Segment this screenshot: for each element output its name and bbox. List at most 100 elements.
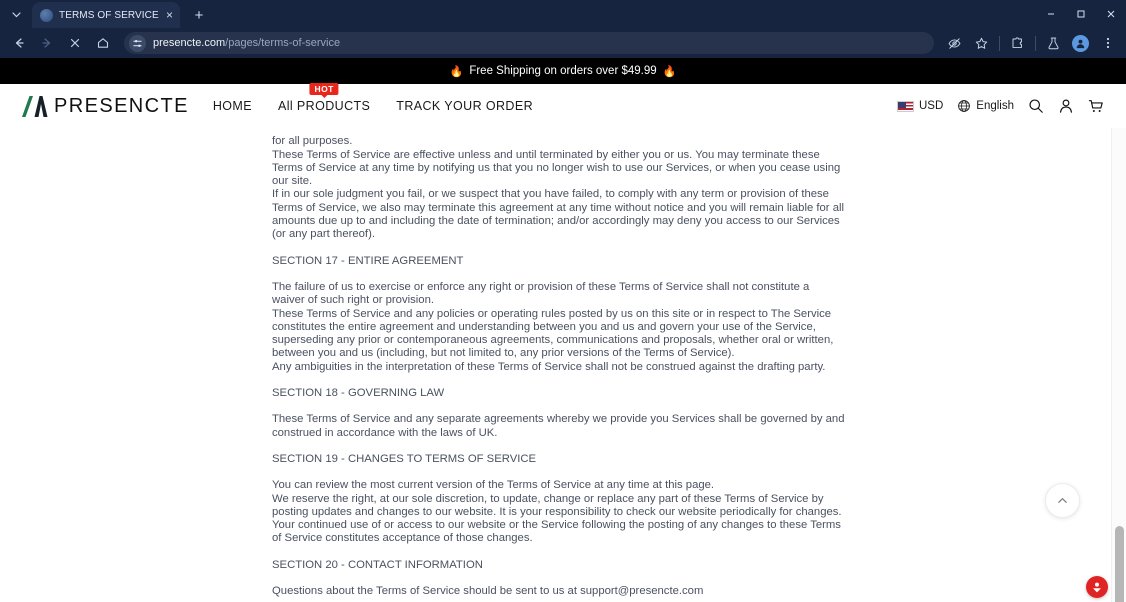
maximize-button[interactable] [1066, 0, 1096, 28]
page-viewport: 🔥 Free Shipping on orders over $49.99 🔥 … [0, 58, 1126, 602]
url-host: presencte.com [153, 37, 226, 49]
minimize-button[interactable] [1036, 0, 1066, 28]
address-bar[interactable]: presencte.com/pages/terms-of-service [124, 32, 934, 54]
language-selector[interactable]: English [957, 99, 1014, 113]
announcement-text: Free Shipping on orders over $49.99 [469, 65, 657, 77]
browser-menu-button[interactable] [1095, 31, 1120, 55]
person-icon [1060, 99, 1072, 113]
terms-of-service-document: for all purposes. These Terms of Service… [272, 128, 845, 598]
section-heading: SECTION 20 - CONTACT INFORMATION [272, 558, 483, 571]
eye-off-icon [948, 37, 961, 49]
currency-label: USD [919, 100, 944, 112]
browser-toolbar: presencte.com/pages/terms-of-service [0, 28, 1126, 58]
us-flag-icon [897, 100, 914, 112]
url-path: /pages/terms-of-service [225, 37, 341, 49]
globe-icon [958, 100, 971, 112]
puzzle-icon [1012, 36, 1022, 48]
close-icon [70, 38, 80, 48]
nav-item-all-products[interactable]: HOT All PRODUCTS [278, 83, 370, 113]
hot-badge: HOT [309, 83, 339, 99]
page-scrollbar[interactable] [1111, 128, 1126, 602]
star-icon [975, 37, 988, 49]
site-logo[interactable]: PRESENCTE [22, 95, 189, 118]
brand-mark-icon [22, 95, 48, 117]
more-vertical-icon [1106, 37, 1109, 49]
tracking-protection-button[interactable] [942, 31, 967, 55]
stop-loading-button[interactable] [62, 31, 88, 55]
close-window-button[interactable] [1096, 0, 1126, 28]
search-icon [1029, 99, 1043, 113]
extensions-button[interactable] [1005, 31, 1030, 55]
avatar [1072, 34, 1089, 52]
profile-button[interactable] [1068, 31, 1093, 55]
back-button[interactable] [6, 31, 32, 55]
support-chat-button[interactable] [1086, 576, 1108, 598]
tab-strip: TERMS OF SERVICE – PRESENC × + [0, 0, 1126, 28]
paragraph-line: for all purposes. [272, 135, 353, 148]
section-heading: SECTION 18 - GOVERNING LAW [272, 387, 445, 400]
forward-button[interactable] [34, 31, 60, 55]
scrollbar-thumb[interactable] [1115, 526, 1124, 602]
clipped-line [272, 128, 845, 135]
account-button[interactable] [1058, 98, 1074, 114]
search-button[interactable] [1028, 98, 1044, 114]
page-content: for all purposes. These Terms of Service… [0, 128, 1126, 602]
favicon-icon [40, 8, 53, 22]
flask-icon [1048, 37, 1059, 49]
flame-icon: 🔥 [662, 65, 677, 78]
new-tab-button[interactable]: + [186, 2, 212, 28]
browser-tab[interactable]: TERMS OF SERVICE – PRESENC × [32, 2, 180, 28]
window-controls [1036, 0, 1126, 28]
paragraph-line: These Terms of Service and any policies … [272, 307, 834, 360]
tab-title: TERMS OF SERVICE – PRESENC [59, 9, 159, 21]
nav-item-label: TRACK YOUR ORDER [396, 99, 534, 113]
person-icon [1076, 39, 1085, 48]
paragraph-line: Questions about the Terms of Service sho… [272, 585, 704, 598]
tab-close-button[interactable]: × [165, 9, 174, 21]
paragraph-line: The failure of us to exercise or enforce… [272, 280, 810, 307]
cart-button[interactable] [1088, 98, 1104, 114]
announcement-bar: 🔥 Free Shipping on orders over $49.99 🔥 [0, 58, 1126, 84]
header-utilities: USD English [897, 98, 1104, 114]
cart-icon [1088, 100, 1103, 112]
currency-selector[interactable]: USD [897, 100, 943, 112]
paragraph-line: If in our sole judgment you fail, or we … [272, 188, 844, 241]
scroll-to-top-button[interactable] [1045, 483, 1080, 518]
paragraph-line: We reserve the right, at our sole discre… [272, 492, 842, 545]
tab-search-button[interactable] [2, 1, 30, 27]
nav-item-home[interactable]: HOME [213, 99, 252, 113]
language-label: English [976, 100, 1014, 112]
minimize-icon [1048, 13, 1054, 15]
url-text: presencte.com/pages/terms-of-service [153, 37, 340, 49]
support-agent-icon [1093, 582, 1101, 593]
labs-button[interactable] [1041, 31, 1066, 55]
close-icon [1107, 10, 1115, 18]
paragraph-line: You can review the most current version … [272, 479, 715, 492]
nav-item-track-your-order[interactable]: TRACK YOUR ORDER [396, 99, 533, 113]
chevron-down-icon [11, 11, 21, 17]
tune-icon [133, 39, 142, 47]
home-button[interactable] [90, 31, 116, 55]
paragraph-line: Any ambiguities in the interpretation of… [272, 360, 826, 373]
flame-icon: 🔥 [449, 65, 464, 78]
browser-window: TERMS OF SERVICE – PRESENC × + [0, 0, 1126, 602]
maximize-icon [1077, 10, 1085, 18]
logo-text: PRESENCTE [54, 94, 189, 117]
paragraph-line: These Terms of Service and any separate … [272, 413, 845, 439]
toolbar-divider [999, 35, 1000, 51]
arrow-left-icon [15, 38, 24, 48]
site-settings-icon[interactable] [129, 34, 146, 52]
paragraph-line: These Terms of Service are effective unl… [272, 148, 841, 188]
toolbar-divider [1035, 35, 1036, 51]
logo-mark-icon [22, 95, 48, 117]
bookmark-button[interactable] [969, 31, 994, 55]
nav-item-label: HOME [212, 99, 252, 113]
